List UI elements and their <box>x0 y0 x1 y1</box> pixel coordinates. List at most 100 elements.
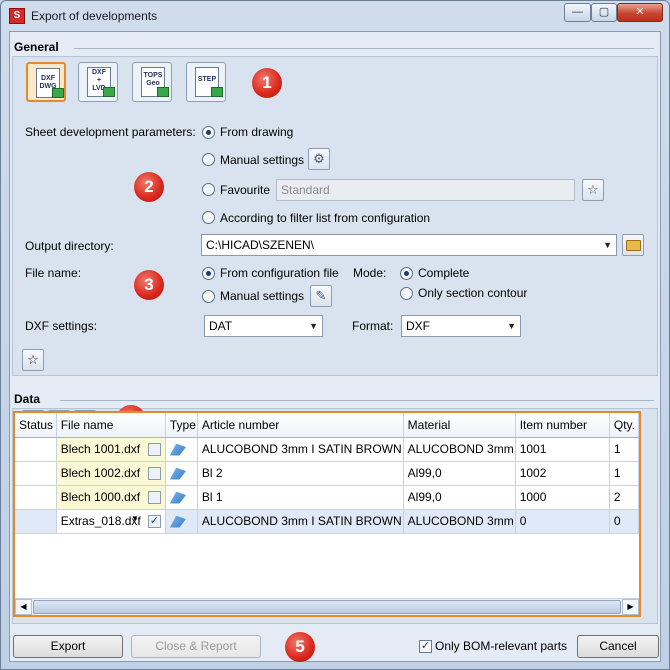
article-number-cell: ALUCOBOND 3mm I SATIN BROWN <box>197 437 404 462</box>
format-value: DXF <box>406 319 430 333</box>
horizontal-scrollbar[interactable]: ◀ ▶ <box>15 598 639 615</box>
file-name-cell[interactable]: Blech 1001.dxf <box>56 437 166 462</box>
format-combo[interactable]: DXF ▼ <box>401 315 521 337</box>
mode-label: Mode: <box>353 266 387 280</box>
sheet-settings-gear-button[interactable]: ⚙ <box>308 148 330 170</box>
table-row-selected[interactable]: Extras_018.dxf▼ ALUCOBOND 3mm I SATIN BR… <box>15 509 640 534</box>
dxf-settings-value: DAT <box>209 319 233 333</box>
article-number-cell: ALUCOBOND 3mm I SATIN BROWN <box>197 509 404 534</box>
type-cell <box>165 437 198 462</box>
gear-icon: ⚙ <box>313 151 325 166</box>
column-header-status[interactable]: Status <box>15 413 57 438</box>
sheet-manual-settings-radio[interactable] <box>202 153 215 166</box>
maximize-button[interactable]: ▢ <box>591 3 617 22</box>
file-manual-settings-radio[interactable] <box>202 290 215 303</box>
dxf-lvd-format-button[interactable]: DXF + LVD <box>78 62 118 102</box>
favourite-star-button[interactable]: ☆ <box>582 179 604 201</box>
type-cell <box>165 461 198 486</box>
mode-section-contour-radio[interactable] <box>400 287 413 300</box>
general-divider <box>74 48 654 49</box>
only-bom-checkbox[interactable] <box>419 640 432 653</box>
scroll-left-icon[interactable]: ◀ <box>15 599 32 615</box>
column-header-qty[interactable]: Qty. <box>609 413 640 438</box>
export-button[interactable]: Export <box>13 635 123 658</box>
sheet-part-icon <box>169 467 186 480</box>
callout-badge-5: 5 <box>285 632 315 662</box>
scroll-right-icon[interactable]: ▶ <box>622 599 639 615</box>
table-row[interactable]: Blech 1000.dxf Bl 1 Al99,0 1000 2 <box>15 485 640 510</box>
dxf-settings-combo[interactable]: DAT ▼ <box>204 315 323 337</box>
sheet-from-drawing-radio[interactable] <box>202 126 215 139</box>
column-header-material[interactable]: Material <box>403 413 516 438</box>
qty-cell: 1 <box>609 461 640 486</box>
browse-folder-button[interactable] <box>622 234 644 256</box>
qty-cell: 0 <box>609 509 640 534</box>
mode-section-contour-label: Only section contour <box>418 286 528 300</box>
file-manual-settings-label: Manual settings <box>220 289 305 303</box>
mode-complete-radio[interactable] <box>400 267 413 280</box>
status-cell <box>15 461 57 486</box>
material-cell: Al99,0 <box>403 461 516 486</box>
row-checkbox[interactable] <box>147 514 161 528</box>
step-format-button[interactable]: STEP <box>186 62 226 102</box>
column-header-file-name[interactable]: File name <box>56 413 166 438</box>
close-button[interactable]: ✕ <box>617 3 663 22</box>
general-group-header: General <box>14 40 59 54</box>
export-dialog: S Export of developments — ▢ ✕ General D… <box>0 0 670 670</box>
chevron-down-icon: ▼ <box>309 321 318 331</box>
table-row[interactable]: Blech 1001.dxf ALUCOBOND 3mm I SATIN BRO… <box>15 437 640 462</box>
export-arrow-icon <box>103 87 115 97</box>
favourite-combo: Standard <box>276 179 575 201</box>
save-favourite-button[interactable]: ☆ <box>22 349 44 371</box>
column-header-type[interactable]: Type <box>165 413 198 438</box>
type-cell <box>165 485 198 510</box>
file-name-text: Extras_018.dxf <box>60 514 141 528</box>
sheet-params-label: Sheet development parameters: <box>25 125 196 139</box>
type-cell <box>165 509 198 534</box>
cancel-button[interactable]: Cancel <box>577 635 659 658</box>
file-from-config-radio[interactable] <box>202 267 215 280</box>
file-name-cell[interactable]: Blech 1002.dxf <box>56 461 166 486</box>
column-header-item-number[interactable]: Item number <box>515 413 610 438</box>
status-cell <box>15 485 57 510</box>
dxf-settings-label: DXF settings: <box>25 319 98 333</box>
edit-page-icon: ✎ <box>315 288 327 303</box>
sheet-part-icon <box>169 491 186 504</box>
file-name-cell[interactable]: Blech 1000.dxf <box>56 485 166 510</box>
tops-geo-format-button[interactable]: TOPS Geo <box>132 62 172 102</box>
file-name-text: Blech 1002.dxf <box>60 466 141 480</box>
folder-icon <box>626 240 641 251</box>
star-icon: ☆ <box>587 182 599 197</box>
sheet-part-icon <box>169 515 186 528</box>
dxf-dwg-format-button[interactable]: DXF DWG <box>26 62 66 102</box>
sheet-favourite-label: Favourite <box>220 183 271 197</box>
close-report-button[interactable]: Close & Report <box>131 635 261 658</box>
row-checkbox[interactable] <box>147 490 161 504</box>
chevron-down-icon[interactable]: ▼ <box>131 514 139 523</box>
sheet-filter-list-radio[interactable] <box>202 211 215 224</box>
file-name-text: Blech 1001.dxf <box>60 442 141 456</box>
table-row[interactable]: Blech 1002.dxf Bl 2 Al99,0 1002 1 <box>15 461 640 486</box>
data-group-header: Data <box>14 392 41 406</box>
status-cell <box>15 437 57 462</box>
article-number-cell: Bl 2 <box>197 461 404 486</box>
column-header-article-number[interactable]: Article number <box>197 413 404 438</box>
sheet-favourite-radio[interactable] <box>202 183 215 196</box>
file-name-label: File name: <box>25 266 82 280</box>
file-name-edit-button[interactable]: ✎ <box>310 285 332 307</box>
minimize-button[interactable]: — <box>564 3 591 22</box>
app-icon: S <box>9 8 25 24</box>
sheet-filter-list-label: According to filter list from configurat… <box>220 211 431 225</box>
item-number-cell: 0 <box>515 509 610 534</box>
item-number-cell: 1000 <box>515 485 610 510</box>
row-checkbox[interactable] <box>147 442 161 456</box>
item-number-cell: 1001 <box>515 437 610 462</box>
scroll-thumb[interactable] <box>33 600 621 614</box>
output-directory-combo[interactable]: C:\HICAD\SZENEN\ ▼ <box>201 234 617 256</box>
row-checkbox[interactable] <box>147 466 161 480</box>
developments-table: Status File name Type Article number Mat… <box>13 411 641 617</box>
file-name-cell[interactable]: Extras_018.dxf ▼ <box>56 509 166 534</box>
sheet-part-icon <box>169 443 186 456</box>
status-cell <box>15 509 57 534</box>
title-bar[interactable]: S Export of developments — ▢ ✕ <box>1 1 669 31</box>
